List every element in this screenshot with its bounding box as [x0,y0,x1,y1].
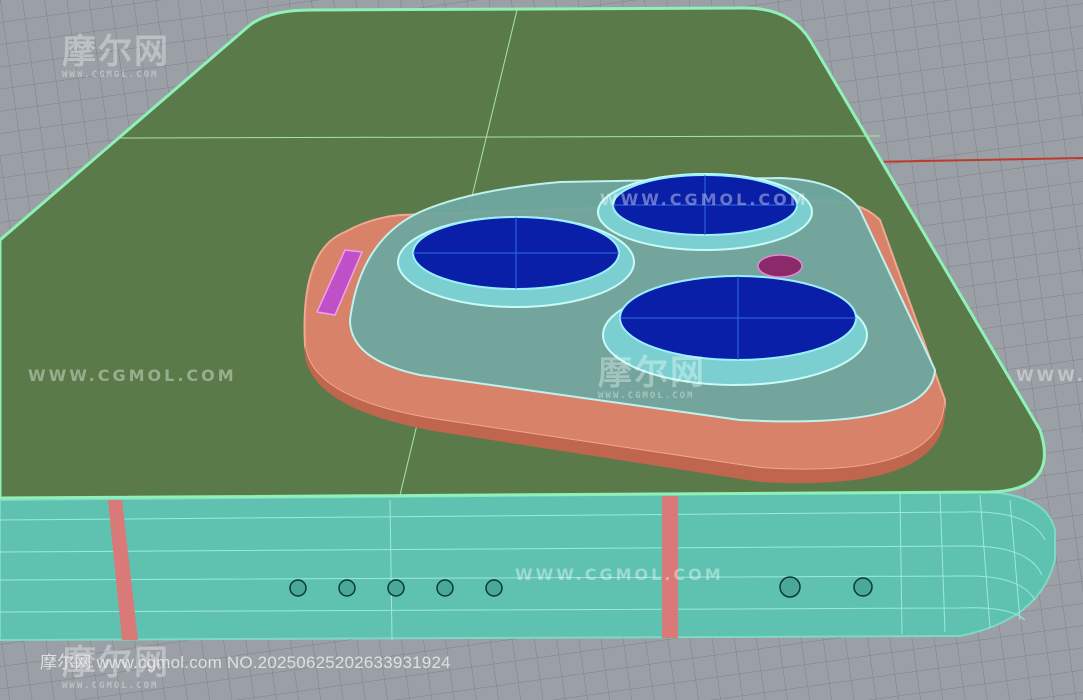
speaker-hole [436,579,454,597]
3d-model-render [0,0,1083,700]
phone-side-frame [0,490,1056,642]
screw-hole [853,577,873,597]
screw-hole [779,576,801,598]
footer-watermark-caption: 摩尔网 www.cgmol.com NO.2025062520263393192… [40,653,451,672]
lens-top [597,173,813,251]
speaker-hole [338,579,356,597]
flash-sensor [757,254,803,278]
antenna-band-right [662,496,678,638]
lens-bottom [602,275,868,386]
lens-left [397,216,635,308]
viewport: 摩尔网 WWW.CGMOL.COM 摩尔网 WWW.CGMOL.COM 摩尔网 … [0,0,1083,700]
speaker-hole [485,579,503,597]
speaker-hole [289,579,307,597]
speaker-hole [387,579,405,597]
